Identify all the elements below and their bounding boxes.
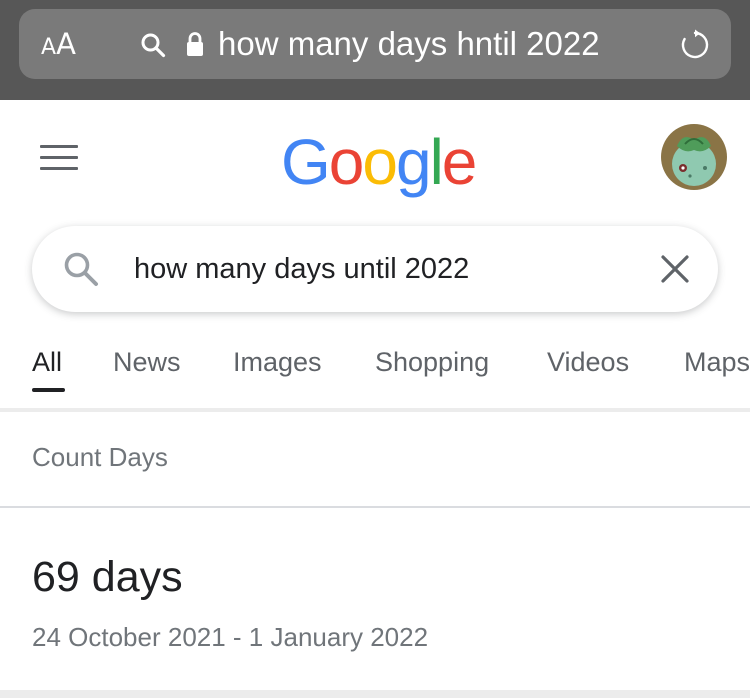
tab-all[interactable]: All — [32, 347, 62, 378]
address-bar[interactable]: AA how many days hntil 2022 — [19, 9, 731, 79]
tab-maps[interactable]: Maps — [684, 347, 750, 378]
logo-letter: g — [395, 126, 432, 198]
search-icon[interactable] — [62, 250, 100, 288]
logo-letter: o — [328, 126, 365, 198]
reload-icon[interactable] — [679, 29, 711, 61]
hamburger-menu-icon[interactable] — [40, 145, 78, 175]
aa-big-letter: A — [56, 27, 76, 61]
logo-letter: o — [362, 126, 398, 198]
search-tabs: All News Images Shopping Videos Maps — [0, 330, 750, 410]
result-value: 69 days — [32, 553, 183, 601]
avatar-image — [661, 124, 727, 190]
tab-videos[interactable]: Videos — [547, 347, 629, 378]
close-icon[interactable] — [660, 254, 690, 284]
search-input[interactable]: how many days until 2022 — [134, 226, 469, 312]
tab-shopping[interactable]: Shopping — [375, 347, 489, 378]
logo-letter: G — [281, 126, 331, 198]
divider — [0, 506, 750, 508]
lock-icon — [187, 32, 203, 56]
card-header: Count Days — [32, 442, 168, 472]
divider — [0, 408, 750, 412]
active-tab-indicator — [32, 388, 65, 392]
browser-toolbar: AA how many days hntil 2022 — [0, 0, 750, 100]
search-box[interactable]: how many days until 2022 — [32, 226, 718, 312]
tab-images[interactable]: Images — [233, 347, 322, 378]
logo-letter: l — [429, 126, 444, 198]
account-avatar[interactable] — [661, 124, 727, 190]
date-range: 24 October 2021 - 1 January 2022 — [32, 622, 429, 652]
search-icon — [141, 33, 166, 58]
reader-text-size-button[interactable]: AA — [41, 9, 76, 79]
logo-letter: e — [441, 126, 478, 198]
url-text: how many days hntil 2022 — [218, 25, 600, 62]
google-logo[interactable]: Google — [281, 120, 478, 204]
divider — [0, 690, 750, 698]
tab-news[interactable]: News — [113, 347, 181, 378]
aa-small-letter: A — [41, 35, 57, 60]
